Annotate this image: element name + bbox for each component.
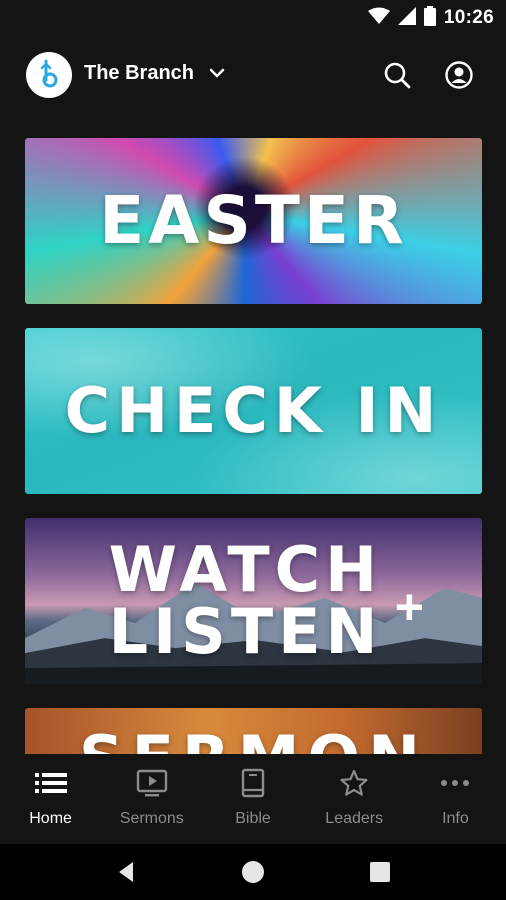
recents-square-icon <box>370 862 390 882</box>
play-screen-icon <box>136 768 168 798</box>
sermon-card[interactable]: SERMON <box>25 708 482 758</box>
nav-bible[interactable]: Bible <box>202 754 303 844</box>
search-button[interactable] <box>380 58 414 92</box>
recents-button[interactable] <box>364 856 396 888</box>
easter-card[interactable]: EASTER <box>25 138 482 304</box>
battery-icon <box>423 5 436 31</box>
more-dots-icon <box>440 768 470 798</box>
church-name[interactable]: The Branch <box>84 62 194 85</box>
system-nav-bar <box>0 844 506 900</box>
nav-label-home: Home <box>29 810 72 827</box>
home-circle-icon <box>242 861 264 883</box>
signal-icon <box>397 6 416 30</box>
nav-label-leaders: Leaders <box>325 810 384 827</box>
nav-home[interactable]: Home <box>0 754 101 844</box>
listen-label: LISTEN <box>108 595 383 668</box>
nav-leaders[interactable]: Leaders <box>304 754 405 844</box>
watch-listen-card[interactable]: WATCH LISTEN + <box>25 518 482 684</box>
back-icon <box>119 862 133 882</box>
search-icon <box>384 62 411 89</box>
nav-label-bible: Bible <box>235 810 271 827</box>
watch-label: WATCH <box>108 533 383 606</box>
watch-listen-title: WATCH LISTEN <box>109 539 383 663</box>
bottom-nav: Home Sermons Bible Leaders Info <box>0 754 506 844</box>
app-header: The Branch <box>0 36 506 116</box>
nav-info[interactable]: Info <box>405 754 506 844</box>
account-button[interactable] <box>442 58 476 92</box>
nav-sermons[interactable]: Sermons <box>101 754 202 844</box>
wifi-icon <box>367 7 390 30</box>
nav-label-info: Info <box>442 810 469 827</box>
status-bar: 10:26 <box>0 0 506 36</box>
list-icon <box>34 768 67 798</box>
check-in-card[interactable]: CHECK IN <box>25 328 482 494</box>
branch-logo-icon <box>40 59 58 88</box>
home-system-button[interactable] <box>237 856 269 888</box>
back-button[interactable] <box>110 856 142 888</box>
status-icons: 10:26 <box>367 5 494 31</box>
easter-title: EASTER <box>99 182 408 259</box>
check-in-title: CHECK IN <box>64 374 443 447</box>
book-icon <box>240 768 266 798</box>
plus-mark: + <box>394 579 424 635</box>
account-icon <box>445 61 473 89</box>
church-logo[interactable] <box>26 52 72 98</box>
status-time: 10:26 <box>443 7 494 28</box>
nav-label-sermons: Sermons <box>119 810 184 827</box>
chevron-down-icon[interactable] <box>208 66 226 85</box>
star-icon <box>339 768 369 798</box>
